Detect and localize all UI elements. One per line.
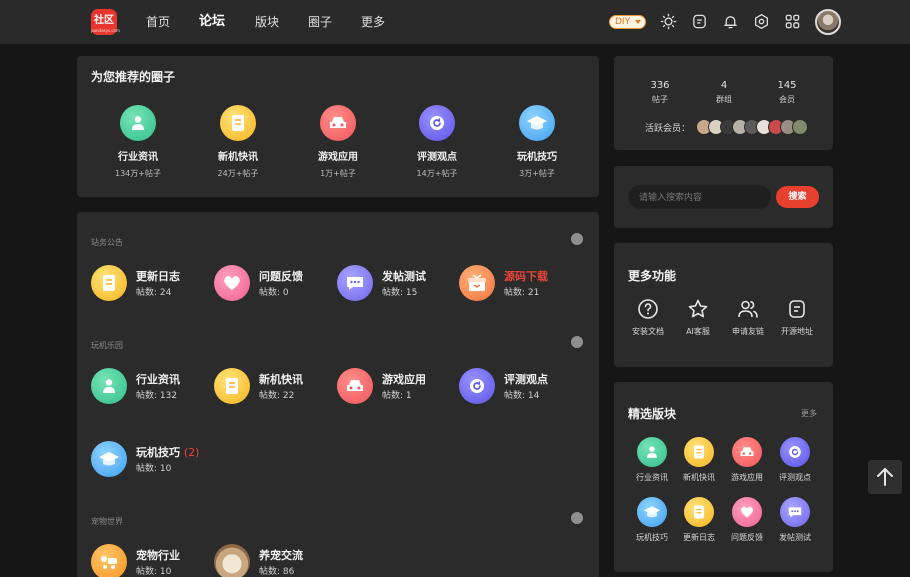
func-friend-links[interactable]: 申请友链 <box>723 298 773 337</box>
sun-icon[interactable] <box>660 13 677 30</box>
nav-sections[interactable]: 版块 <box>255 0 279 44</box>
settings-icon[interactable] <box>753 13 770 30</box>
selected-item[interactable]: 玩机技巧 <box>626 497 678 543</box>
stat-members: 145 会员 <box>777 80 797 104</box>
section-label: 宠物世界 <box>91 517 123 526</box>
collapse-toggle[interactable] <box>571 336 583 348</box>
selected-title: 精选版块 <box>628 407 677 421</box>
func-ai-support[interactable]: AI客服 <box>673 298 723 337</box>
stat-posts: 336 帖子 <box>650 80 670 104</box>
car-icon <box>732 437 762 467</box>
back-to-top-button[interactable] <box>868 460 902 494</box>
top-navbar: 社区 pandasys.com 首页 论坛 版块 圈子 更多 DIY <box>0 0 910 44</box>
arrow-up-icon <box>877 468 893 486</box>
forum-item-changelog[interactable]: 更新日志 帖数: 24 <box>91 265 211 301</box>
selected-item[interactable]: 评测观点 <box>769 437 821 483</box>
forum-item-source-download[interactable]: 源码下载 帖数: 21 <box>459 265 579 301</box>
graduation-cap-icon <box>519 105 555 141</box>
bell-icon[interactable] <box>722 13 739 30</box>
user-avatar[interactable] <box>815 9 841 35</box>
collapse-toggle[interactable] <box>571 512 583 524</box>
caret-down-icon <box>635 20 641 24</box>
recommend-title: 为您推荐的圈子 <box>91 70 176 84</box>
refresh-icon <box>459 368 495 404</box>
circle-item-industry[interactable]: 行业资讯 134万+帖子 <box>93 105 183 179</box>
person-icon <box>637 437 667 467</box>
person-icon <box>120 105 156 141</box>
stat-groups: 4 群组 <box>716 80 732 104</box>
collapse-toggle[interactable] <box>571 233 583 245</box>
circle-item-news[interactable]: 新机快讯 24万+帖子 <box>193 105 283 179</box>
note-icon[interactable] <box>691 13 708 30</box>
document-icon <box>220 105 256 141</box>
users-icon <box>738 300 758 318</box>
apps-icon[interactable] <box>784 13 801 30</box>
question-icon <box>638 299 658 319</box>
selected-item[interactable]: 行业资讯 <box>626 437 678 483</box>
func-source-address[interactable]: 开源地址 <box>772 298 822 337</box>
circle-item-tips[interactable]: 玩机技巧 3万+帖子 <box>492 105 582 179</box>
gift-icon <box>459 265 495 301</box>
selected-item[interactable]: 更新日志 <box>673 497 725 543</box>
document-icon <box>214 368 250 404</box>
functions-title: 更多功能 <box>628 269 677 283</box>
graduation-cap-icon <box>91 441 127 477</box>
selected-item[interactable]: 游戏应用 <box>721 437 773 483</box>
document-icon <box>91 265 127 301</box>
graduation-cap-icon <box>637 497 667 527</box>
selected-item[interactable]: 发帖测试 <box>769 497 821 543</box>
refresh-icon <box>419 105 455 141</box>
car-icon <box>320 105 356 141</box>
site-logo[interactable]: 社区 pandasys.com <box>91 9 120 35</box>
forum-item-post-test[interactable]: 发帖测试 帖数: 15 <box>337 265 457 301</box>
circle-item-games[interactable]: 游戏应用 1万+帖子 <box>293 105 383 179</box>
star-icon <box>688 299 708 318</box>
search-input[interactable]: 请输入搜索内容 <box>628 185 771 209</box>
nav-forum[interactable]: 论坛 <box>199 0 225 44</box>
active-members-label: 活跃会员： <box>645 124 691 134</box>
forum-item-pet-chat[interactable]: 养宠交流 帖数: 86 <box>214 544 334 577</box>
member-avatar[interactable] <box>792 119 808 135</box>
section-label: 站务公告 <box>91 238 123 247</box>
car-icon <box>337 368 373 404</box>
dog-icon <box>91 544 127 577</box>
refresh-icon <box>780 437 810 467</box>
forum-item-news[interactable]: 新机快讯 帖数: 22 <box>214 368 334 404</box>
new-post-badge: (2) <box>183 446 200 459</box>
document-icon <box>684 437 714 467</box>
nav-circles[interactable]: 圈子 <box>308 0 332 44</box>
note-icon <box>789 300 805 318</box>
search-button[interactable]: 搜索 <box>776 186 819 208</box>
forum-item-games[interactable]: 游戏应用 帖数: 1 <box>337 368 457 404</box>
diy-dropdown[interactable]: DIY <box>609 15 646 29</box>
chat-icon <box>780 497 810 527</box>
forum-item-pet-industry[interactable]: 宠物行业 帖数: 10 <box>91 544 211 577</box>
forum-item-feedback[interactable]: 问题反馈 帖数: 0 <box>214 265 334 301</box>
forum-item-tips[interactable]: 玩机技巧 (2) 帖数: 10 <box>91 441 211 477</box>
person-icon <box>91 368 127 404</box>
heart-icon <box>732 497 762 527</box>
chat-icon <box>337 265 373 301</box>
selected-item[interactable]: 问题反馈 <box>721 497 773 543</box>
func-install-docs[interactable]: 安装文档 <box>623 298 673 337</box>
heart-icon <box>214 265 250 301</box>
document-icon <box>684 497 714 527</box>
selected-item[interactable]: 新机快讯 <box>673 437 725 483</box>
forum-item-industry[interactable]: 行业资讯 帖数: 132 <box>91 368 211 404</box>
more-link[interactable]: 更多 <box>801 408 817 419</box>
circle-item-reviews[interactable]: 评测观点 14万+帖子 <box>392 105 482 179</box>
cat-avatar-icon <box>214 544 250 577</box>
nav-more[interactable]: 更多 <box>361 0 385 44</box>
nav-home[interactable]: 首页 <box>146 0 170 44</box>
forum-item-reviews[interactable]: 评测观点 帖数: 14 <box>459 368 579 404</box>
section-label: 玩机乐园 <box>91 341 123 350</box>
